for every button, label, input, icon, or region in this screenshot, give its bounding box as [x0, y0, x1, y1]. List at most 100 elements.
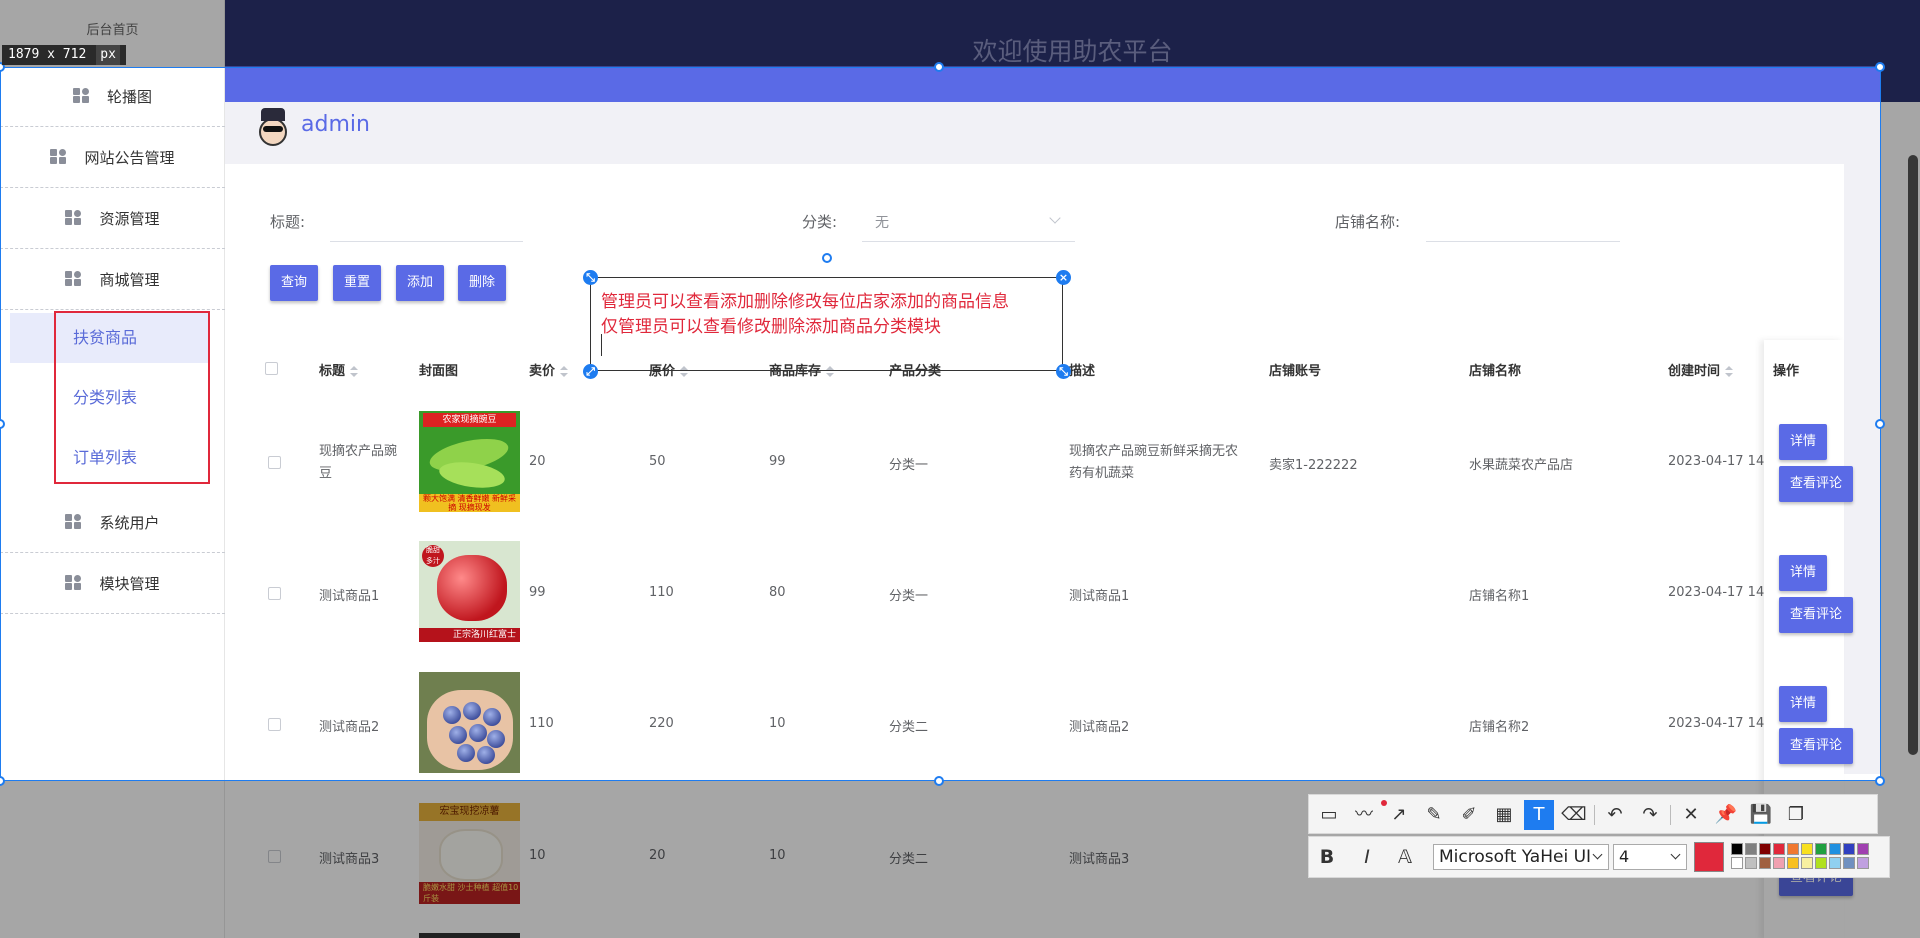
color-swatch[interactable] [1829, 843, 1841, 855]
current-color-swatch[interactable] [1694, 842, 1724, 872]
color-swatch[interactable] [1843, 843, 1855, 855]
eraser-icon[interactable]: ⌫ [1559, 800, 1589, 830]
view-reviews-button[interactable]: 查看评论 [1779, 466, 1853, 502]
resize-handle-b[interactable] [934, 776, 944, 786]
resize-handle-tr[interactable] [1875, 62, 1885, 72]
resize-arrow-icon[interactable]: ⤡ [1056, 364, 1071, 379]
sort-icon[interactable] [349, 365, 359, 378]
color-swatch[interactable] [1801, 843, 1813, 855]
color-swatch[interactable] [1773, 843, 1785, 855]
sidebar-item-carousel[interactable]: 轮播图 [0, 66, 225, 127]
color-swatch[interactable] [1815, 857, 1827, 869]
rotate-handle-icon[interactable] [822, 253, 832, 263]
row-checkbox[interactable] [268, 456, 281, 469]
cell-title: 现摘农产品豌豆 [319, 444, 398, 481]
sidebar-item-modules[interactable]: 模块管理 [0, 553, 225, 614]
close-icon[interactable]: ✕ [1676, 800, 1706, 830]
category-label: 分类: [802, 213, 838, 231]
view-reviews-button[interactable]: 查看评论 [1779, 728, 1853, 764]
grid-icon [72, 88, 91, 104]
resize-handle-br[interactable] [1875, 776, 1885, 786]
save-icon[interactable]: 💾 [1746, 800, 1776, 830]
cell-desc: 测试商品1 [1069, 589, 1130, 604]
detail-button[interactable]: 详情 [1779, 686, 1827, 722]
detail-button[interactable]: 详情 [1779, 555, 1827, 591]
color-swatch[interactable] [1857, 843, 1869, 855]
undo-icon[interactable]: ↶ [1600, 800, 1630, 830]
select-all-checkbox[interactable] [265, 362, 278, 375]
annotation-highlight-rect [54, 311, 210, 484]
color-swatch[interactable] [1857, 857, 1869, 869]
category-select[interactable] [862, 241, 1075, 242]
user-name[interactable]: admin [301, 112, 370, 137]
shop-name-input[interactable] [1426, 241, 1620, 242]
text-tool-icon[interactable]: T [1524, 800, 1554, 830]
sidebar-item-resources[interactable]: 资源管理 [0, 188, 225, 249]
row-checkbox[interactable] [268, 587, 281, 600]
row-checkbox[interactable] [268, 718, 281, 731]
cell-title: 测试商品2 [319, 720, 380, 735]
column-header-price[interactable]: 卖价 [529, 360, 569, 379]
color-swatch[interactable] [1759, 843, 1771, 855]
outline-text-icon[interactable]: 𝔸 [1391, 843, 1419, 871]
grid-icon [65, 210, 83, 226]
query-button[interactable]: 查询 [270, 265, 318, 301]
color-swatch[interactable] [1731, 857, 1743, 869]
italic-icon[interactable]: I [1353, 843, 1381, 871]
color-swatch[interactable] [1773, 857, 1785, 869]
pen-curve-icon[interactable]: 〰 [1349, 800, 1379, 830]
text-annotation[interactable]: 管理员可以查看添加删除修改每位店家添加的商品信息 仅管理员可以查看修改删除添加商… [601, 290, 1061, 340]
column-header-created[interactable]: 创建时间 [1668, 360, 1734, 379]
detail-button[interactable]: 详情 [1779, 424, 1827, 460]
cell-orig-price: 220 [649, 716, 674, 731]
color-swatch[interactable] [1787, 843, 1799, 855]
color-swatch[interactable] [1731, 843, 1743, 855]
color-swatch[interactable] [1745, 857, 1757, 869]
bold-icon[interactable]: B [1313, 843, 1341, 871]
text-caret [601, 334, 602, 356]
pin-icon[interactable]: 📌 [1711, 800, 1741, 830]
resize-arrow-icon[interactable]: ⤢ [583, 364, 598, 379]
reset-button[interactable]: 重置 [333, 265, 381, 301]
copy-icon[interactable]: ❐ [1781, 800, 1811, 830]
arrow-icon[interactable]: ↗ [1384, 800, 1414, 830]
color-swatch[interactable] [1745, 843, 1757, 855]
product-image-blueberries [419, 672, 520, 773]
rectangle-tool-icon[interactable]: ▭ [1314, 800, 1344, 830]
category-select-value[interactable]: 无 [875, 212, 889, 232]
color-swatch[interactable] [1829, 857, 1841, 869]
font-family-select[interactable]: Microsoft YaHei UI [1433, 844, 1609, 870]
marker-icon[interactable]: ✐ [1454, 800, 1484, 830]
add-button[interactable]: 添加 [396, 265, 444, 301]
resize-arrow-icon[interactable]: ⤡ [583, 270, 598, 285]
font-size-select[interactable]: 4 [1613, 844, 1687, 870]
sidebar-item-system-users[interactable]: 系统用户 [0, 492, 225, 553]
sidebar-item-mall[interactable]: 商城管理 [0, 249, 225, 310]
color-swatch[interactable] [1815, 843, 1827, 855]
mosaic-icon[interactable]: ▦ [1489, 800, 1519, 830]
cell-stock: 99 [769, 454, 786, 469]
sort-icon[interactable] [1724, 365, 1734, 378]
color-swatch[interactable] [1801, 857, 1813, 869]
cell-account: 卖家1-222222 [1269, 458, 1358, 473]
chevron-down-icon [1670, 849, 1681, 860]
avatar[interactable] [255, 108, 291, 148]
sidebar-item-announcements[interactable]: 网站公告管理 [0, 127, 225, 188]
resize-handle-r[interactable] [1875, 419, 1885, 429]
dim-mask-right [1881, 67, 1920, 781]
color-swatch[interactable] [1759, 857, 1771, 869]
redo-icon[interactable]: ↷ [1635, 800, 1665, 830]
color-swatch[interactable] [1843, 857, 1855, 869]
title-input[interactable] [330, 241, 523, 242]
cell-price: 20 [529, 454, 546, 469]
pencil-icon[interactable]: ✎ [1419, 800, 1449, 830]
column-header-title[interactable]: 标题 [319, 360, 359, 379]
view-reviews-button[interactable]: 查看评论 [1779, 597, 1853, 633]
sort-icon[interactable] [559, 365, 569, 378]
delete-annotation-icon[interactable]: × [1056, 270, 1071, 285]
cell-category: 分类一 [889, 458, 929, 473]
resize-handle-t[interactable] [934, 62, 944, 72]
delete-button[interactable]: 删除 [458, 265, 506, 301]
color-swatch[interactable] [1787, 857, 1799, 869]
column-header-desc: 描述 [1069, 364, 1096, 379]
